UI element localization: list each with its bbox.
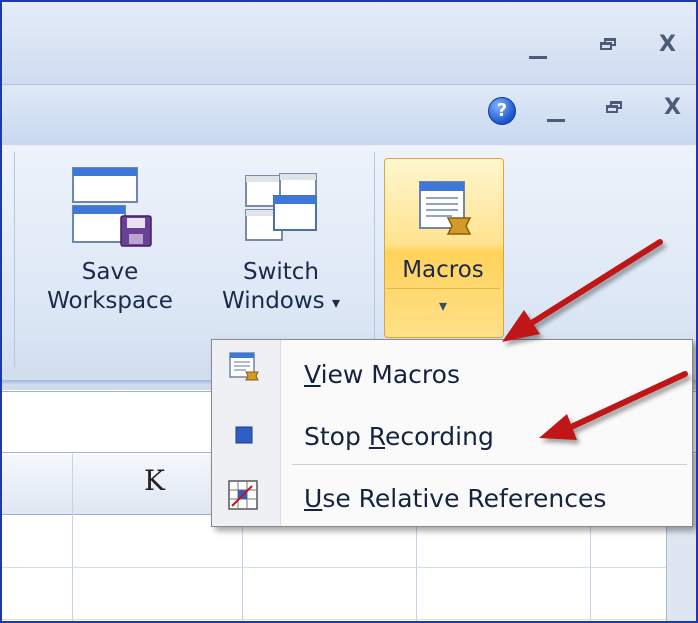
accelerator-key: R [368,422,386,451]
switch-windows-label-line2: Windows ▾ [196,287,366,317]
help-icon[interactable]: ? [488,97,516,125]
stop-recording-icon [235,426,253,444]
excel-window: X ? X Save Workspace Switch Windows ▾ Ma… [0,0,698,623]
accelerator-key: U [304,484,323,513]
row-divider [2,567,696,568]
save-workspace-icon [72,167,152,247]
ribbon-group-separator [14,152,15,367]
switch-windows-button[interactable]: Switch Windows ▾ [196,164,366,334]
stop-recording-label: Stop Recording [304,422,494,451]
switch-windows-label-line1: Switch [242,259,320,285]
app-title-bar: X [2,2,696,85]
accelerator-key: V [304,360,321,389]
view-macros-label: View Macros [304,360,460,389]
use-relative-references-label: Use Relative References [304,484,606,513]
switch-windows-dropdown-arrow: ▾ [331,293,340,312]
save-workspace-label-line1: Save [81,259,139,285]
save-workspace-button[interactable]: Save Workspace [30,164,190,334]
label-part: se Relative References [322,484,607,513]
app-close-button[interactable]: X [659,34,676,56]
view-macros-icon [229,352,259,381]
column-divider [72,454,73,621]
app-restore-button[interactable] [600,38,616,50]
switch-windows-icon [245,173,317,241]
doc-restore-button[interactable] [606,101,622,113]
macros-icon [419,181,472,235]
switch-windows-label-text: Windows [221,288,325,314]
doc-minimize-button[interactable] [547,119,565,122]
doc-close-button[interactable]: X [664,97,681,119]
menu-item-use-relative-references[interactable]: Use Relative References [212,466,692,526]
annotation-arrow-macros [502,239,663,342]
relative-references-icon [228,480,258,510]
save-workspace-label-line2: Workspace [47,288,173,314]
label-part: ecording [385,422,494,451]
app-minimize-button[interactable] [529,56,547,59]
document-title-bar: ? X [2,85,696,145]
label-part: Stop [304,422,369,451]
row-divider [2,619,696,620]
column-header-k[interactable]: K [144,464,165,497]
menu-separator [292,464,687,465]
annotation-arrow-stop-recording [539,371,688,440]
ribbon-group-separator [374,152,375,367]
label-part: iew Macros [320,360,460,389]
